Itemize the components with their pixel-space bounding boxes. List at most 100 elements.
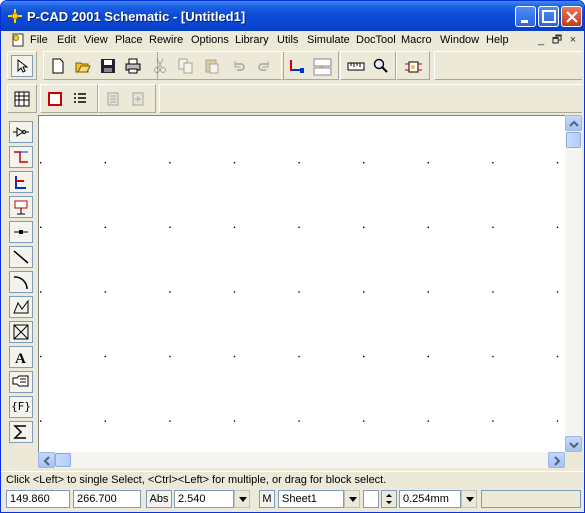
grid-dot <box>169 226 171 228</box>
maximize-button[interactable] <box>538 6 559 27</box>
place-part-button[interactable] <box>102 88 124 110</box>
menu-simulate[interactable]: Simulate <box>307 34 350 46</box>
mdi-minimize-button[interactable]: _ <box>534 33 548 47</box>
vertical-scrollbar[interactable] <box>565 115 582 452</box>
menu-rewire[interactable]: Rewire <box>149 34 183 46</box>
place-attribute-tool[interactable] <box>9 371 33 393</box>
line-width-select[interactable]: 0.254mm <box>399 490 461 508</box>
y-coordinate-field[interactable]: 266.700 <box>73 490 141 508</box>
menu-utils[interactable]: Utils <box>277 34 298 46</box>
place-part2-button[interactable] <box>127 88 149 110</box>
abs-toggle-button[interactable]: Abs <box>146 490 172 508</box>
left-toolbar: A {F} <box>6 119 36 449</box>
menu-macro[interactable]: Macro <box>401 34 432 46</box>
x-coordinate-field[interactable]: 149.860 <box>6 490 70 508</box>
place-part-tool[interactable] <box>9 121 33 143</box>
grid-dot <box>298 162 300 164</box>
place-arc-tool[interactable] <box>9 271 33 293</box>
spreadsheet-button[interactable] <box>11 88 33 110</box>
menu-doctool[interactable]: DocTool <box>356 34 396 46</box>
scroll-right-button[interactable] <box>548 452 565 468</box>
place-arc-tool-icon <box>13 276 28 290</box>
pcad-app-icon <box>8 9 22 23</box>
horizontal-scroll-thumb[interactable] <box>55 453 71 467</box>
menu-window[interactable]: Window <box>440 34 479 46</box>
place-bus-tool[interactable] <box>9 171 33 193</box>
grid-dot <box>492 226 494 228</box>
layer-color-swatch[interactable] <box>363 490 379 508</box>
sheet-dropdown-button[interactable] <box>344 490 360 508</box>
scroll-up-button[interactable] <box>565 115 582 131</box>
menu-place[interactable]: Place <box>115 34 143 46</box>
open-button[interactable] <box>72 55 94 77</box>
copy-button[interactable] <box>175 55 197 77</box>
m-toggle-button[interactable]: M <box>259 490 275 508</box>
zoom-button[interactable] <box>370 55 392 77</box>
document-icon[interactable] <box>11 33 25 47</box>
mdi-close-button[interactable]: × <box>566 33 580 47</box>
grid-dot <box>556 226 559 228</box>
highlight-net-button[interactable] <box>285 55 307 77</box>
grid-dot <box>363 162 365 164</box>
print-button[interactable] <box>122 55 144 77</box>
undo-icon <box>234 61 245 71</box>
menu-view[interactable]: View <box>84 34 108 46</box>
cut-button[interactable] <box>149 55 171 77</box>
place-field-box-tool[interactable] <box>9 321 33 343</box>
place-port-tool[interactable] <box>9 196 33 218</box>
netlist-button[interactable] <box>310 55 332 77</box>
undo-button[interactable] <box>228 55 250 77</box>
place-ieee-symbol-tool[interactable] <box>9 421 33 443</box>
measure-button[interactable] <box>344 55 366 77</box>
grid-dot <box>363 420 365 422</box>
menu-options[interactable]: Options <box>191 34 229 46</box>
place-attribute-tool-icon <box>12 375 29 387</box>
save-button[interactable] <box>97 55 119 77</box>
place-pin-tool[interactable] <box>9 221 33 243</box>
menu-library[interactable]: Library <box>235 34 269 46</box>
grid-dot <box>298 355 300 358</box>
scroll-corner <box>565 452 582 468</box>
status-spare-pane <box>481 490 581 508</box>
menu-help[interactable]: Help <box>486 34 509 46</box>
list-button[interactable] <box>69 88 91 110</box>
grid-dot <box>492 291 494 293</box>
place-field-tool[interactable]: {F} <box>9 396 33 418</box>
sheet-select[interactable]: Sheet1 <box>278 490 344 508</box>
grid-dot <box>363 355 365 358</box>
sheet-select-button[interactable] <box>44 88 66 110</box>
scroll-left-button[interactable] <box>38 452 55 468</box>
zoom-icon <box>373 58 388 73</box>
chevron-left-icon <box>43 456 50 466</box>
horizontal-scrollbar[interactable] <box>38 452 565 468</box>
menu-file[interactable]: File <box>30 34 48 46</box>
place-text-tool[interactable]: A <box>9 346 33 368</box>
svg-text:A: A <box>15 351 26 365</box>
component-button[interactable] <box>401 55 423 77</box>
place-line-tool-icon <box>13 250 29 264</box>
grid-select[interactable]: 2.540 <box>174 490 234 508</box>
select-button[interactable] <box>11 55 33 77</box>
place-line-tool[interactable] <box>9 246 33 268</box>
vertical-scroll-thumb[interactable] <box>566 132 581 148</box>
scroll-down-button[interactable] <box>565 436 582 452</box>
menu-edit[interactable]: Edit <box>57 34 76 46</box>
paste-button[interactable] <box>201 55 223 77</box>
new-button[interactable] <box>47 55 69 77</box>
line-width-spinner[interactable] <box>381 490 397 508</box>
minimize-button[interactable] <box>515 6 536 27</box>
sheet-select-icon <box>48 92 62 106</box>
grid-dot <box>556 291 559 293</box>
line-width-dropdown-button[interactable] <box>461 490 477 508</box>
place-polygon-tool[interactable] <box>9 296 33 318</box>
place-wire-tool[interactable] <box>9 146 33 168</box>
schematic-canvas[interactable] <box>38 115 565 452</box>
title-bar[interactable]: P-CAD 2001 Schematic - [Untitled1] <box>1 1 584 31</box>
chevron-up-icon <box>569 120 579 127</box>
redo-button[interactable] <box>253 55 275 77</box>
grid-dropdown-button[interactable] <box>234 490 250 508</box>
mdi-restore-button[interactable]: 🗗 <box>550 33 564 47</box>
sheet-group <box>40 84 98 113</box>
grid-dot <box>492 420 494 422</box>
close-button[interactable] <box>561 6 582 27</box>
